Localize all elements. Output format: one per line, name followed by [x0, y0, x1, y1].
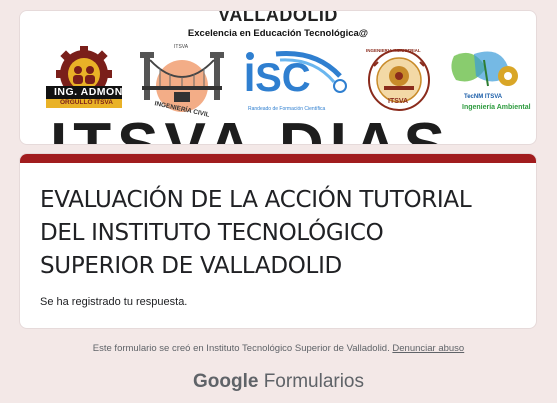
ing-civil-logo: ITSVA INGENIERÍA CIVIL: [136, 44, 228, 119]
itsva-industrial-logo-subtext: INGENIERIA INDUSTRIAL: [366, 48, 421, 53]
response-confirmation-message: Se ha registrado tu respuesta.: [40, 296, 188, 308]
brand-product: Formularios: [263, 371, 365, 392]
ing-ambiental-logo-text: Ingeniería Ambiental: [462, 104, 531, 111]
brand-google: Google: [192, 371, 259, 392]
google-forms-brand[interactable]: Google Formularios: [0, 371, 557, 393]
banner-background-text: ITSVA DIAS: [50, 115, 451, 145]
report-abuse-link[interactable]: Denunciar abuso: [392, 343, 464, 354]
ing-admon-logo: ING. ADMON ORGULLO ITSVA: [42, 46, 126, 114]
footer-text: Este formulario se creó en Instituto Tec…: [92, 343, 390, 354]
ing-ambiental-logo-subtext: TecNM ITSVA: [464, 94, 503, 100]
banner-subtitle: Excelencia en Educación Tecnológica@: [187, 28, 369, 39]
banner-title: VALLADOLID: [218, 10, 338, 25]
itsva-industrial-logo-text: ITSVA: [388, 98, 409, 105]
footer-notice: Este formulario se creó en Instituto Tec…: [0, 343, 557, 354]
form-confirmation-card: EVALUACIÓN DE LA ACCIÓN TUTORIAL DEL INS…: [19, 153, 537, 329]
ing-admon-logo-text: ING. ADMON: [54, 86, 123, 98]
isc-logo: ISC Randeado de Formación Científica: [236, 46, 356, 118]
header-banner: VALLADOLID Excelencia en Educación Tecno…: [19, 10, 537, 145]
ing-admon-logo-subtext: ORGULLO ITSVA: [60, 99, 113, 106]
ing-civil-logo-subtext: ITSVA: [174, 44, 189, 50]
ing-ambiental-logo: TecNM ITSVA Ingeniería Ambiental: [444, 46, 532, 118]
isc-logo-text: ISC: [244, 56, 311, 100]
itsva-industrial-logo: INGENIERIA INDUSTRIAL ITSVA: [358, 46, 440, 118]
form-title: EVALUACIÓN DE LA ACCIÓN TUTORIAL DEL INS…: [40, 187, 472, 279]
accent-bar: [20, 154, 536, 163]
